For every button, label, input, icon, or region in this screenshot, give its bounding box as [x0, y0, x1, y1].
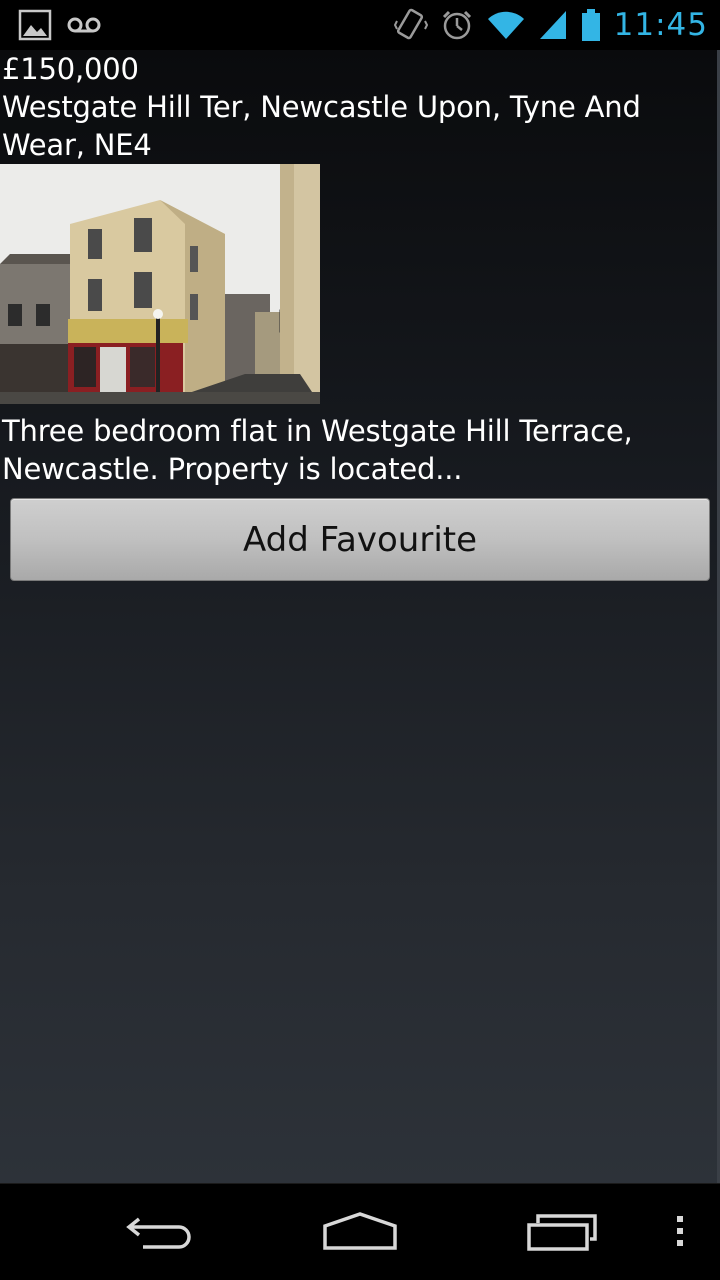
- home-button[interactable]: [310, 1184, 410, 1280]
- recent-apps-icon: [526, 1211, 598, 1255]
- wifi-icon: [486, 9, 526, 41]
- gallery-notification-icon: [18, 9, 52, 41]
- add-favourite-button[interactable]: Add Favourite: [10, 498, 710, 581]
- menu-icon: [675, 1214, 685, 1252]
- property-photo: [0, 164, 320, 404]
- menu-button[interactable]: [660, 1184, 700, 1280]
- back-icon: [125, 1211, 195, 1255]
- status-time: 11:45: [613, 7, 708, 43]
- alarm-icon: [440, 8, 474, 42]
- back-button[interactable]: [110, 1184, 210, 1280]
- battery-icon: [580, 8, 602, 42]
- listing-description: Three bedroom flat in Westgate Hill Terr…: [2, 414, 633, 486]
- listing-price: £150,000: [2, 52, 139, 86]
- listing-detail: £150,000 Westgate Hill Ter, Newcastle Up…: [0, 50, 720, 1183]
- navigation-bar: [0, 1183, 720, 1280]
- voicemail-icon: [66, 15, 102, 35]
- vibrate-icon: [393, 7, 428, 43]
- cell-signal-icon: [538, 9, 568, 41]
- home-icon: [322, 1210, 398, 1256]
- listing-address: Westgate Hill Ter, Newcastle Upon, Tyne …: [2, 90, 641, 162]
- status-bar: 11:45: [0, 0, 720, 50]
- recent-apps-button[interactable]: [512, 1184, 612, 1280]
